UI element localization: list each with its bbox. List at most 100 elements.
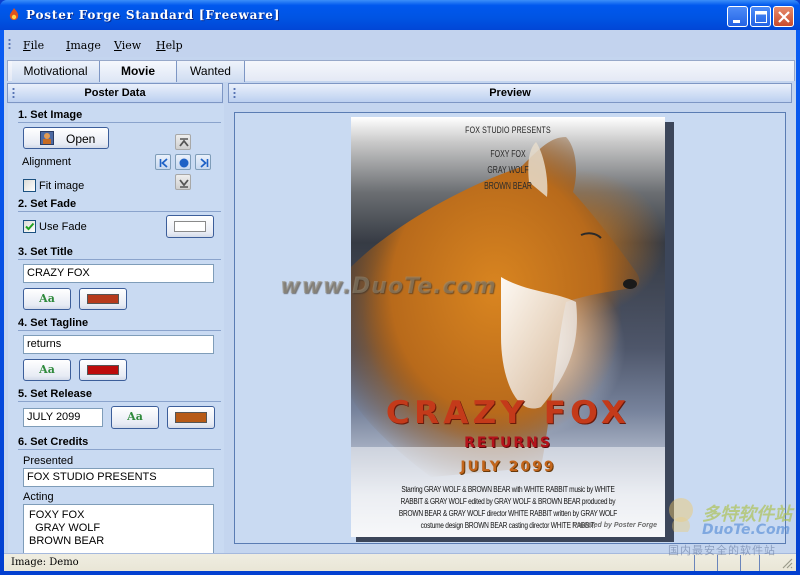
set-tagline-heading: 4. Set Tagline (18, 317, 89, 329)
menu-file-rest: ile (30, 39, 45, 52)
client-area: File Image View Help Motivational Movie … (4, 30, 796, 571)
open-image-button[interactable]: Open (23, 127, 109, 149)
app-window: Poster Forge Standard [Freeware] File Im… (0, 0, 800, 575)
use-fade-checkbox[interactable] (23, 220, 36, 233)
image-file-icon (40, 131, 54, 145)
title-color-button[interactable] (79, 288, 127, 310)
close-icon (778, 11, 790, 23)
release-input[interactable]: JULY 2099 (23, 408, 103, 427)
title-input[interactable]: CRAZY FOX (23, 264, 214, 283)
align-top-icon (179, 138, 189, 147)
poster-data-panel: 1. Set Image Open Alignment Fit image 2.… (8, 104, 224, 554)
poster-tagline: RETURNS (464, 435, 552, 451)
release-color-swatch (175, 412, 207, 423)
maximize-icon (755, 11, 767, 23)
title-color-swatch (87, 294, 119, 304)
minimize-button[interactable] (727, 6, 748, 27)
align-right-button[interactable] (195, 154, 211, 170)
align-left-icon (159, 158, 168, 168)
section-divider (18, 449, 221, 450)
acting-line: GRAY WOLF (29, 522, 101, 534)
poster-cast: FOXY FOX GRAY WOLF BROWN BEAR (398, 147, 618, 195)
fit-image-checkbox[interactable] (23, 179, 36, 192)
title-bar[interactable]: Poster Forge Standard [Freeware] (0, 0, 800, 30)
poster-cast-line: BROWN BEAR (484, 181, 532, 192)
section-divider (18, 211, 221, 212)
panel-grip-handle[interactable] (12, 87, 15, 99)
poster-preview[interactable]: FOX STUDIO PRESENTS FOXY FOX GRAY WOLF B… (351, 117, 665, 537)
poster-presents: FOX STUDIO PRESENTS (465, 125, 551, 135)
align-right-icon (200, 158, 209, 168)
align-center-button[interactable] (175, 154, 191, 170)
logo-en-name: DuoTe.Com (702, 522, 791, 538)
tab-movie[interactable]: Movie (100, 61, 177, 82)
poster-cast-line: FOXY FOX (490, 149, 526, 160)
tagline-input[interactable]: returns (23, 335, 214, 354)
preview-grip-handle[interactable] (233, 87, 236, 99)
menu-view-rest: iew (121, 39, 142, 52)
menu-view[interactable]: View (114, 39, 141, 52)
site-logo-watermark: 多特软件站 DuoTe.Com 国内最安全的软件站 (662, 494, 798, 558)
fade-color-button[interactable] (166, 215, 214, 238)
mascot-icon (669, 498, 693, 532)
presented-input[interactable]: FOX STUDIO PRESENTS (23, 468, 214, 487)
tab-wanted[interactable]: Wanted (177, 61, 245, 82)
tagline-font-button[interactable]: Aa (23, 359, 71, 381)
logo-slogan: 国内最安全的软件站 (668, 545, 776, 557)
align-top-button[interactable] (175, 134, 191, 150)
poster-title: CRAZY FOX (385, 395, 631, 431)
menu-file[interactable]: File (23, 39, 44, 52)
poster-type-tabs: Motivational Movie Wanted (7, 60, 795, 82)
tab-motivational[interactable]: Motivational (12, 61, 100, 82)
maximize-button[interactable] (750, 6, 771, 27)
tagline-color-swatch (87, 365, 119, 375)
acting-line: FOXY FOX (29, 509, 85, 521)
acting-textarea[interactable]: FOXY FOX GRAY WOLF BROWN BEAR (23, 504, 214, 554)
set-release-heading: 5. Set Release (18, 388, 92, 400)
acting-line: BROWN BEAR (29, 535, 105, 547)
set-credits-heading: 6. Set Credits (18, 436, 89, 448)
align-bottom-icon (179, 179, 189, 188)
font-icon: Aa (39, 363, 55, 376)
poster-cast-line: GRAY WOLF (487, 165, 529, 176)
acting-label: Acting (23, 491, 54, 503)
menu-help[interactable]: Help (156, 39, 183, 52)
poster-release: JULY 2099 (460, 459, 556, 475)
status-text: Image: Demo (11, 557, 79, 568)
use-fade-label: Use Fade (39, 221, 87, 233)
tagline-color-button[interactable] (79, 359, 127, 381)
menu-help-rest: elp (165, 39, 183, 52)
window-title: Poster Forge Standard [Freeware] (26, 8, 281, 22)
set-title-heading: 3. Set Title (18, 246, 73, 258)
app-logo-icon (9, 8, 19, 20)
section-divider (18, 401, 221, 402)
menu-image[interactable]: Image (66, 39, 101, 52)
title-font-button[interactable]: Aa (23, 288, 71, 310)
font-icon: Aa (127, 410, 143, 423)
align-bottom-button[interactable] (175, 174, 191, 190)
preview-header: Preview (228, 83, 792, 103)
fade-color-swatch (174, 221, 206, 232)
menu-image-rest: mage (70, 39, 101, 52)
section-divider (18, 122, 221, 123)
presented-label: Presented (23, 455, 74, 467)
poster-data-title: Poster Data (84, 87, 146, 99)
close-button[interactable] (773, 6, 794, 27)
set-image-heading: 1. Set Image (18, 109, 83, 121)
fit-image-label: Fit image (39, 180, 85, 192)
watermark-text: www.DuoTe.com (280, 274, 497, 299)
resize-grip-icon[interactable] (781, 557, 793, 569)
align-center-icon (179, 158, 189, 168)
alignment-label: Alignment (22, 156, 71, 168)
poster-powered-by: Powered by Poster Forge (572, 522, 657, 529)
menu-bar: File Image View Help (4, 30, 796, 57)
font-icon: Aa (39, 292, 55, 305)
menu-grip-handle[interactable] (8, 38, 11, 50)
release-color-button[interactable] (167, 406, 215, 429)
align-left-button[interactable] (155, 154, 171, 170)
open-button-label: Open (66, 132, 96, 146)
checkmark-icon (25, 222, 35, 231)
section-divider (18, 259, 221, 260)
release-font-button[interactable]: Aa (111, 406, 159, 429)
preview-title: Preview (489, 87, 531, 99)
